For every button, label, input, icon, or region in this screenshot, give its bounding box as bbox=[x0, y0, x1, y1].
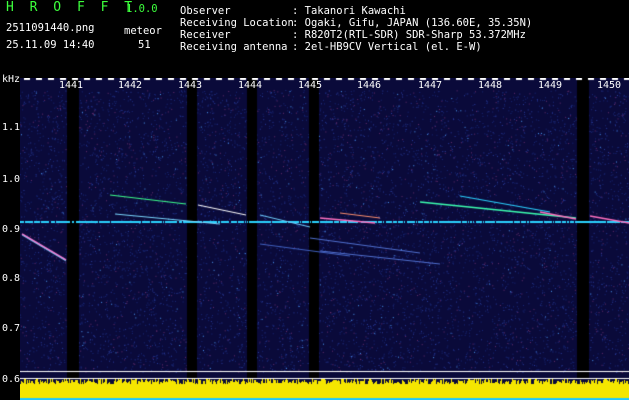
y-tick: 0.8 bbox=[2, 273, 21, 284]
info-key-receiver: Receiver bbox=[180, 29, 231, 41]
info-key-location: Receiving Location bbox=[180, 17, 294, 29]
app-title: H R O F F T bbox=[6, 0, 137, 15]
info-value-antenna: : 2el-HB9CV Vertical (el. E-W) bbox=[292, 41, 482, 53]
app-version: 1.0.0 bbox=[126, 3, 158, 15]
meteor-label: meteor bbox=[124, 25, 162, 37]
hroftt-display: H R O F F T 1.0.0 2511091440.png 25.11.0… bbox=[0, 0, 629, 400]
y-tick: 1.0 bbox=[2, 174, 21, 185]
y-tick: 0.7 bbox=[2, 323, 21, 334]
y-tick: 1.1 bbox=[2, 122, 21, 133]
y-tick: 0.6 bbox=[2, 374, 21, 385]
x-tick: 1442 bbox=[118, 80, 143, 91]
x-tick: 1441 bbox=[59, 80, 84, 91]
x-tick: 1446 bbox=[357, 80, 382, 91]
x-tick: 1448 bbox=[478, 80, 503, 91]
info-value-receiver: : R820T2(RTL-SDR) SDR-Sharp 53.372MHz bbox=[292, 29, 526, 41]
timestamp: 25.11.09 14:40 bbox=[6, 39, 95, 51]
info-key-antenna: Receiving antenna bbox=[180, 41, 288, 53]
meteor-count: 51 bbox=[138, 39, 151, 51]
x-tick: 1444 bbox=[238, 80, 263, 91]
x-tick: 1450 bbox=[597, 80, 622, 91]
y-axis-unit: kHz bbox=[2, 74, 21, 85]
info-value-location: : Ogaki, Gifu, JAPAN (136.60E, 35.35N) bbox=[292, 17, 533, 29]
spectrogram bbox=[20, 78, 629, 400]
file-name: 2511091440.png bbox=[6, 22, 95, 34]
x-tick: 1447 bbox=[418, 80, 443, 91]
y-tick: 0.9 bbox=[2, 224, 21, 235]
info-value-observer: : Takanori Kawachi bbox=[292, 5, 406, 17]
x-tick: 1445 bbox=[298, 80, 323, 91]
x-tick: 1449 bbox=[538, 80, 563, 91]
x-tick: 1443 bbox=[178, 80, 203, 91]
info-key-observer: Observer bbox=[180, 5, 231, 17]
